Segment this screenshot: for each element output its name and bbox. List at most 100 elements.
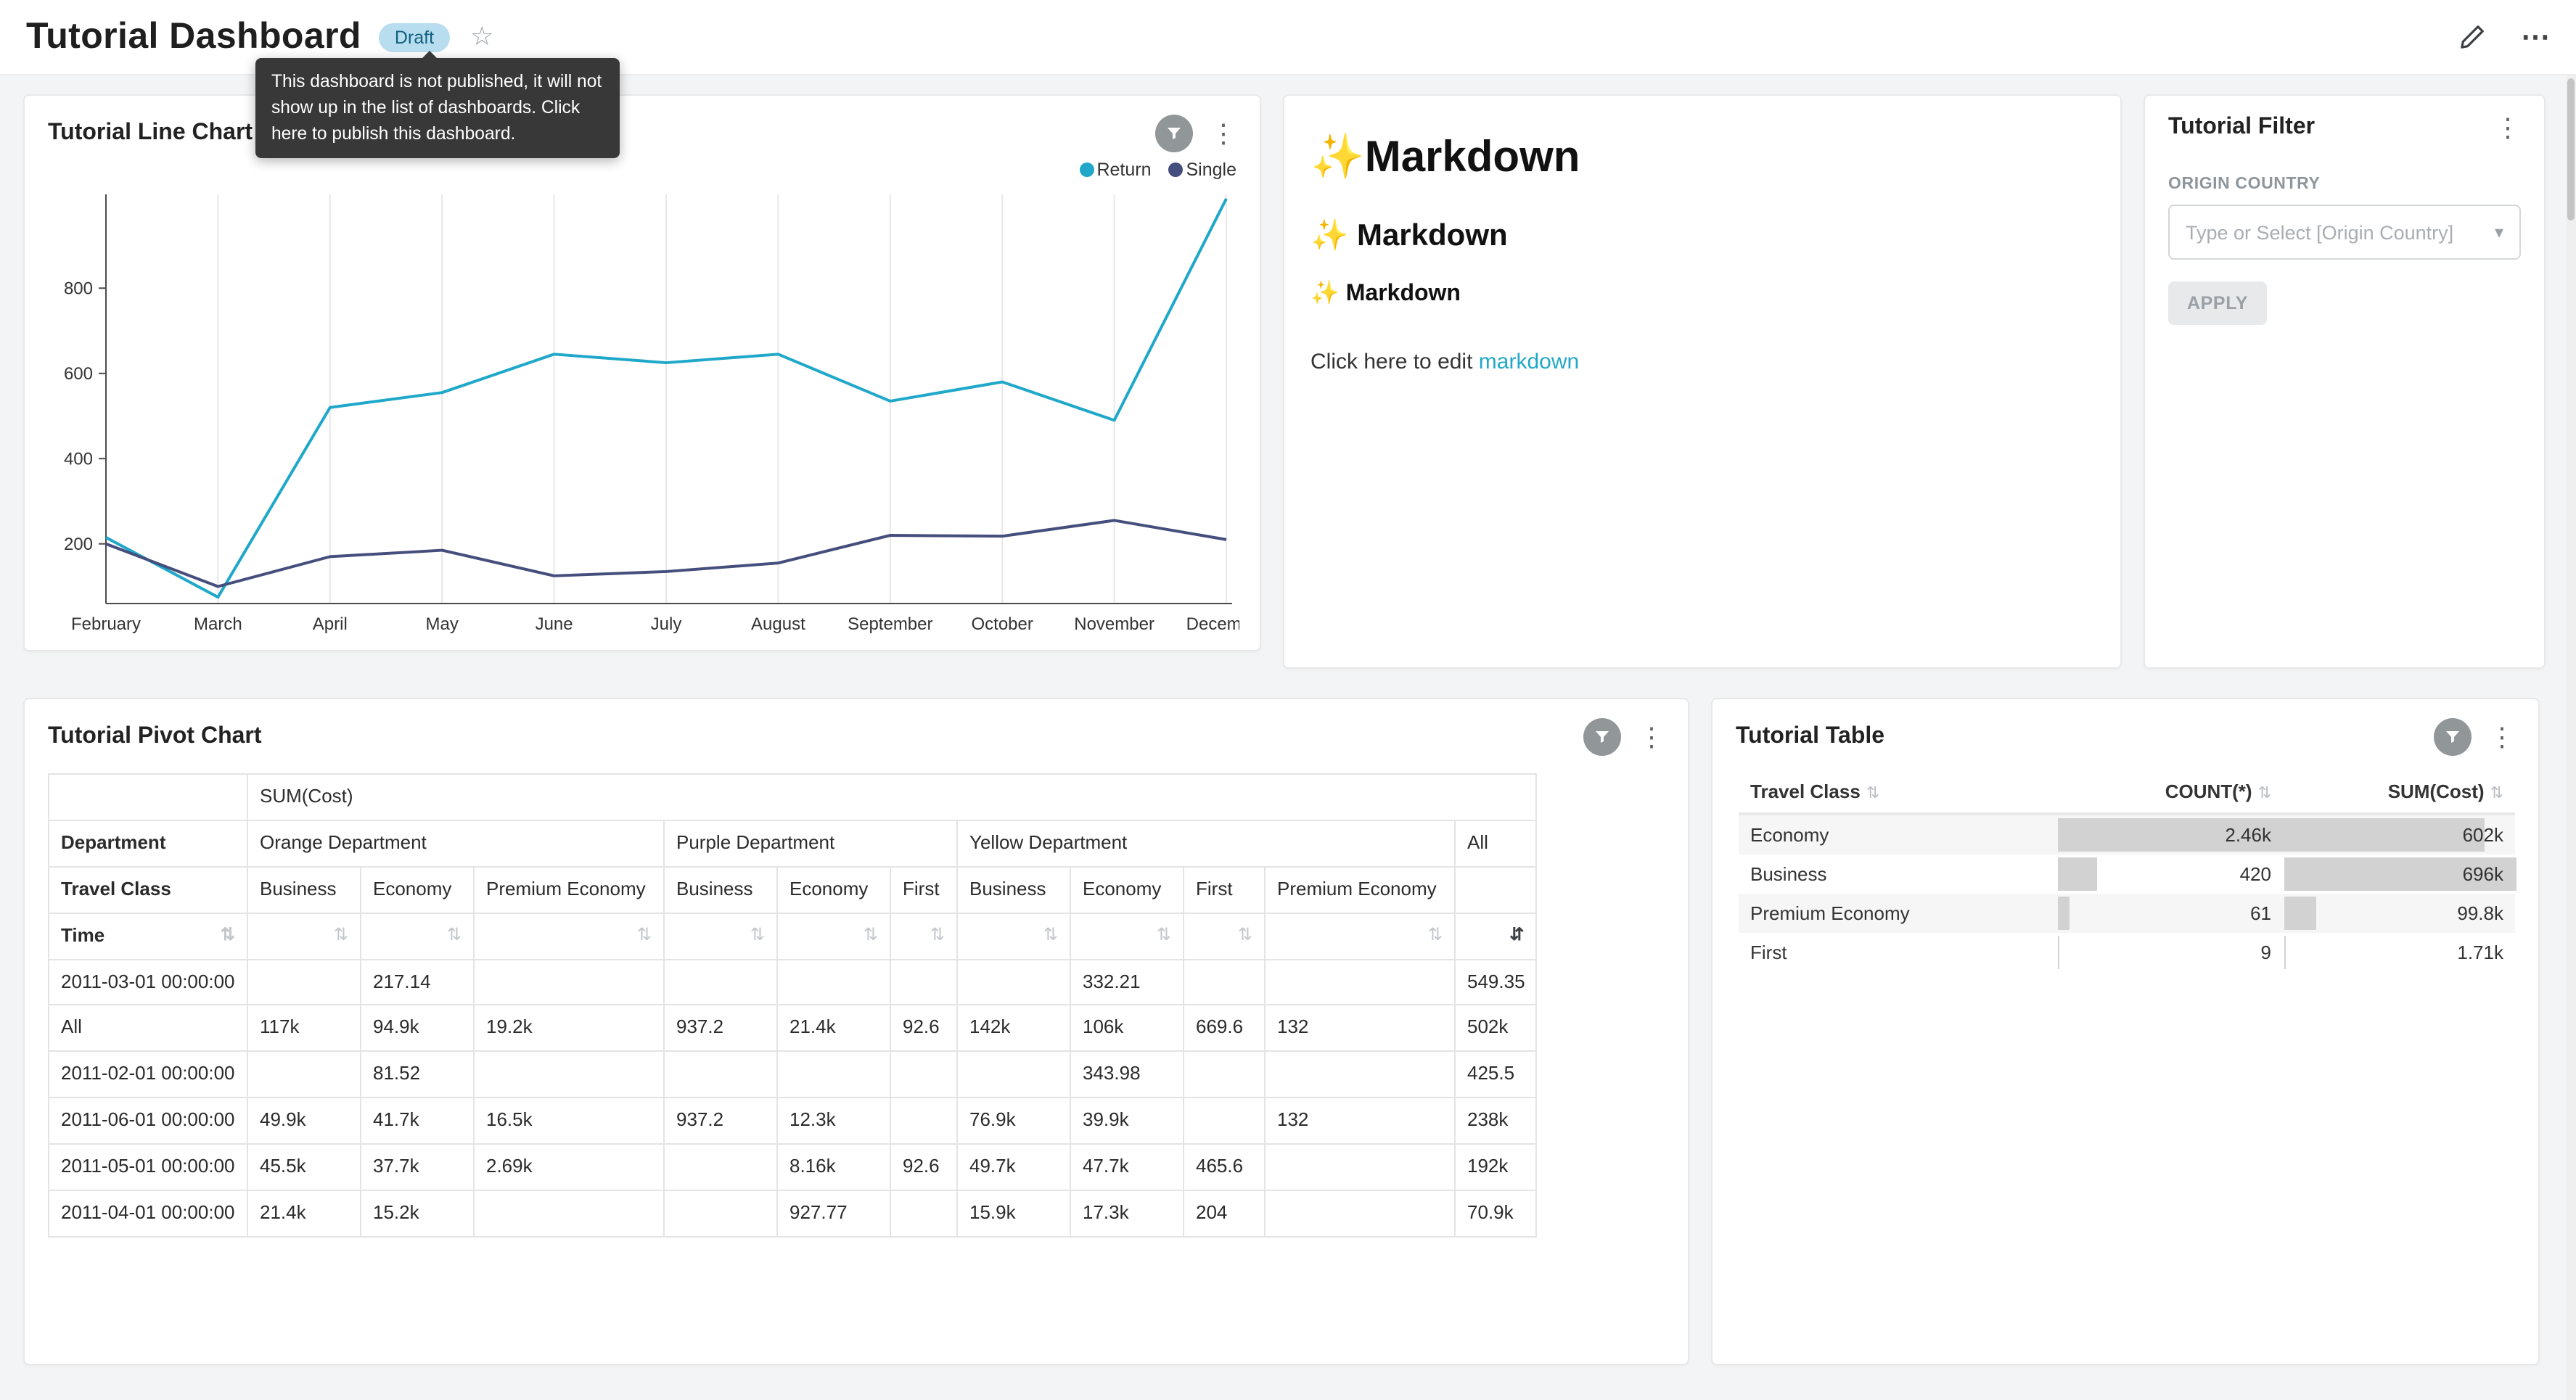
filter-funnel-icon[interactable] xyxy=(1155,115,1193,152)
pivot-cell: 19.2k xyxy=(474,1005,664,1052)
pivot-time-corner: Time⇅ xyxy=(49,913,247,959)
ttable-head-row: Travel Class⇅COUNT(*)⇅SUM(Cost)⇅ xyxy=(1739,770,2515,814)
draft-badge[interactable]: Draft xyxy=(379,22,450,52)
filter-funnel-icon[interactable] xyxy=(2434,718,2472,756)
legend-dot-icon xyxy=(1079,162,1094,177)
table-card: Tutorial Table ⋮ Travel Class⇅COUNT(*)⇅S… xyxy=(1711,698,2540,1365)
svg-text:December: December xyxy=(1186,614,1239,634)
pivot-cell xyxy=(957,1052,1070,1098)
pivot-cell: 92.6 xyxy=(890,1144,957,1190)
pivot-cell xyxy=(890,959,957,1005)
pivot-col-label: Premium Economy xyxy=(474,867,664,913)
table-row[interactable]: Premium Economy6199.8k xyxy=(1739,894,2515,933)
pivot-cell: 937.2 xyxy=(664,1005,777,1052)
table-column-header[interactable]: COUNT(*)⇅ xyxy=(2056,770,2283,814)
pivot-cell xyxy=(777,1052,890,1098)
count-cell: 2.46k xyxy=(2056,814,2283,855)
filter-card-title: Tutorial Filter xyxy=(2168,115,2315,141)
pivot-card-title: Tutorial Pivot Chart xyxy=(48,724,262,750)
pivot-cell: 8.16k xyxy=(777,1144,890,1190)
sum-cell: 696k xyxy=(2283,855,2515,894)
table-card-header: Tutorial Table ⋮ xyxy=(1712,699,2538,762)
pivot-cell: 217.14 xyxy=(361,959,474,1005)
kebab-menu-icon[interactable]: ⋮ xyxy=(1638,724,1665,750)
sort-icon[interactable]: ⇅ xyxy=(1428,923,1443,944)
legend-label: Return xyxy=(1096,160,1151,180)
sort-icon[interactable]: ⇅ xyxy=(1157,923,1171,944)
pivot-travel-class-corner: Travel Class xyxy=(49,867,247,913)
legend-item[interactable]: Return xyxy=(1079,160,1151,180)
favorite-star-icon[interactable]: ☆ xyxy=(470,22,493,52)
table-column-header[interactable]: SUM(Cost)⇅ xyxy=(2283,770,2515,814)
pivot-cell: 49.9k xyxy=(247,1098,361,1144)
table-row[interactable]: Business 420 696k xyxy=(1739,855,2515,894)
table-row[interactable]: Economy2.46k602k xyxy=(1739,814,2515,855)
kebab-menu-icon[interactable]: ⋮ xyxy=(2489,724,2515,750)
kebab-menu-icon[interactable]: ⋮ xyxy=(2495,115,2521,141)
pivot-col-label: First xyxy=(890,867,957,913)
pivot-cell: 37.7k xyxy=(361,1144,474,1190)
legend-item[interactable]: Single xyxy=(1169,160,1237,180)
pivot-col-label: Premium Economy xyxy=(1265,867,1455,913)
edit-pencil-icon[interactable] xyxy=(2458,23,2486,51)
select-placeholder: Type or Select [Origin Country] xyxy=(2186,221,2489,243)
kebab-menu-icon[interactable]: ⋮ xyxy=(1210,120,1236,147)
sort-icon[interactable]: ⇅ xyxy=(750,923,765,944)
svg-text:May: May xyxy=(426,614,459,634)
scrollbar-thumb[interactable] xyxy=(2567,78,2575,221)
value-bar xyxy=(2284,897,2317,930)
pivot-cell: 21.4k xyxy=(247,1190,361,1237)
line-chart-card-icons: ⋮ xyxy=(1155,115,1245,152)
pivot-cell: 12.3k xyxy=(777,1098,890,1144)
pivot-cell: 70.9k xyxy=(1455,1190,1536,1237)
pivot-cell xyxy=(664,959,777,1005)
sort-icon[interactable]: ⇅ xyxy=(1043,923,1058,944)
pivot-row-label: 2011-03-01 00:00:00 xyxy=(49,959,247,1005)
dashboard-grid: Tutorial Line Chart ⋮ ReturnSingle 20040… xyxy=(0,75,2576,1365)
sort-icon[interactable]: ⇅ xyxy=(930,923,945,944)
svg-text:August: August xyxy=(751,614,805,634)
pivot-cell: 142k xyxy=(957,1005,1070,1052)
markdown-paragraph-text: Click here to edit xyxy=(1310,349,1479,374)
pivot-col-group-label: Orange Department xyxy=(247,820,664,867)
pivot-cell: 332.21 xyxy=(1070,959,1184,1005)
cell-value: 99.8k xyxy=(2457,902,2503,924)
legend-label: Single xyxy=(1186,160,1237,180)
pivot-department-row: DepartmentOrange DepartmentPurple Depart… xyxy=(49,820,1536,867)
sort-icon[interactable]: ⇅ xyxy=(864,923,878,944)
origin-country-select[interactable]: Type or Select [Origin Country] ▾ xyxy=(2168,205,2521,260)
sort-icon[interactable]: ⇅ xyxy=(334,923,348,944)
svg-text:600: 600 xyxy=(64,364,93,384)
pivot-sorter-cell: ⇅ xyxy=(957,913,1070,959)
sort-icon[interactable]: ⇅ xyxy=(447,923,462,944)
pivot-cell: 39.9k xyxy=(1070,1098,1184,1144)
markdown-edit-link[interactable]: markdown xyxy=(1479,349,1579,374)
travel-class-cell: Business xyxy=(1739,855,2056,894)
pivot-col-group-label: Purple Department xyxy=(664,820,957,867)
cell-value: 420 xyxy=(2240,863,2271,885)
sort-icon[interactable]: ⇅ xyxy=(1238,923,1252,944)
pivot-cell: 49.7k xyxy=(957,1144,1070,1190)
sum-cell: 602k xyxy=(2283,814,2515,855)
more-options-icon[interactable]: ⋯ xyxy=(2521,22,2550,52)
table-row[interactable]: First91.71k xyxy=(1739,933,2515,972)
sort-icon[interactable]: ⇅ xyxy=(637,923,652,944)
tutorial-table: Travel Class⇅COUNT(*)⇅SUM(Cost)⇅ Economy… xyxy=(1739,770,2515,972)
sum-cell: 1.71k xyxy=(2283,933,2515,972)
pivot-col-label: Economy xyxy=(1070,867,1184,913)
pivot-row-label: 2011-04-01 00:00:00 xyxy=(49,1190,247,1237)
value-bar xyxy=(2284,936,2286,969)
filter-card-header: Tutorial Filter ⋮ xyxy=(2145,96,2544,147)
pivot-cell xyxy=(474,1052,664,1098)
filter-body: ORIGIN COUNTRY Type or Select [Origin Co… xyxy=(2145,147,2544,325)
sort-descending-icon[interactable]: ⇵ xyxy=(1509,923,1524,944)
pivot-cell xyxy=(1184,959,1265,1005)
sort-icon[interactable]: ⇅ xyxy=(221,923,235,944)
pivot-cell: 94.9k xyxy=(361,1005,474,1052)
filter-funnel-icon[interactable] xyxy=(1583,718,1621,756)
pivot-metric-label: SUM(Cost) xyxy=(247,774,1536,820)
apply-button[interactable]: APPLY xyxy=(2168,281,2267,325)
vertical-scrollbar[interactable] xyxy=(2566,75,2576,1400)
pivot-cell: 76.9k xyxy=(957,1098,1070,1144)
table-column-header[interactable]: Travel Class⇅ xyxy=(1739,770,2056,814)
